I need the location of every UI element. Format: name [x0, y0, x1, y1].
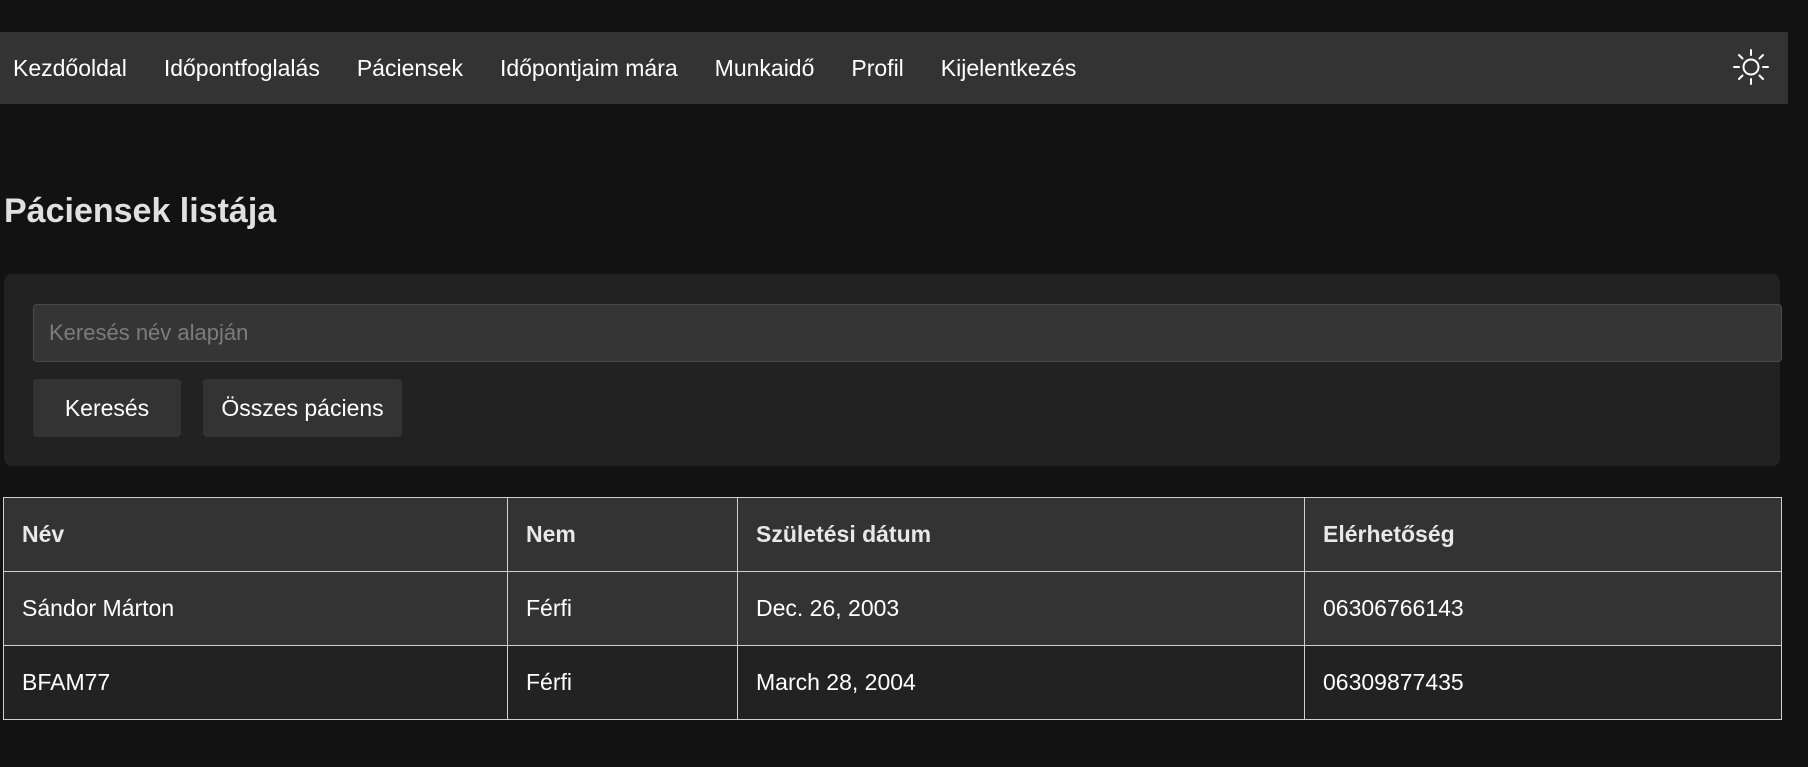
table-row[interactable]: Sándor Márton Férfi Dec. 26, 2003 063067… [3, 571, 1782, 646]
nav-item-patients[interactable]: Páciensek [357, 55, 463, 82]
nav-item-todays-appointments[interactable]: Időpontjaim mára [500, 55, 678, 82]
patient-gender-cell: Férfi [507, 645, 738, 720]
nav-item-working-hours[interactable]: Munkaidő [715, 55, 815, 82]
table-row[interactable]: BFAM77 Férfi March 28, 2004 06309877435 [3, 645, 1782, 720]
patient-name-cell: Sándor Márton [3, 571, 508, 646]
nav-item-booking[interactable]: Időpontfoglalás [164, 55, 320, 82]
search-panel: Keresés Összes páciens [4, 274, 1782, 466]
column-header-name: Név [3, 497, 508, 572]
column-header-contact: Elérhetőség [1304, 497, 1782, 572]
patient-gender-cell: Férfi [507, 571, 738, 646]
column-header-birth-date: Születési dátum [737, 497, 1305, 572]
nav-item-logout[interactable]: Kijelentkezés [941, 55, 1077, 82]
patient-birth-date-cell: Dec. 26, 2003 [737, 571, 1305, 646]
column-header-gender: Nem [507, 497, 738, 572]
patient-contact-cell: 06309877435 [1304, 645, 1782, 720]
patient-name-cell: BFAM77 [3, 645, 508, 720]
theme-toggle-button[interactable] [1732, 48, 1770, 86]
search-button[interactable]: Keresés [33, 379, 181, 437]
sun-icon [1733, 49, 1769, 85]
patient-birth-date-cell: March 28, 2004 [737, 645, 1305, 720]
patients-table: Név Nem Születési dátum Elérhetőség Sánd… [3, 497, 1782, 720]
page-title: Páciensek listája [4, 192, 277, 230]
nav-item-home[interactable]: Kezdőoldal [13, 55, 127, 82]
table-header-row: Név Nem Születési dátum Elérhetőség [3, 497, 1782, 572]
top-navbar: Kezdőoldal Időpontfoglalás Páciensek Idő… [0, 32, 1788, 104]
search-input[interactable] [33, 304, 1782, 362]
all-patients-button[interactable]: Összes páciens [203, 379, 402, 437]
nav-item-profile[interactable]: Profil [851, 55, 903, 82]
patient-contact-cell: 06306766143 [1304, 571, 1782, 646]
main-nav: Kezdőoldal Időpontfoglalás Páciensek Idő… [0, 32, 1113, 104]
